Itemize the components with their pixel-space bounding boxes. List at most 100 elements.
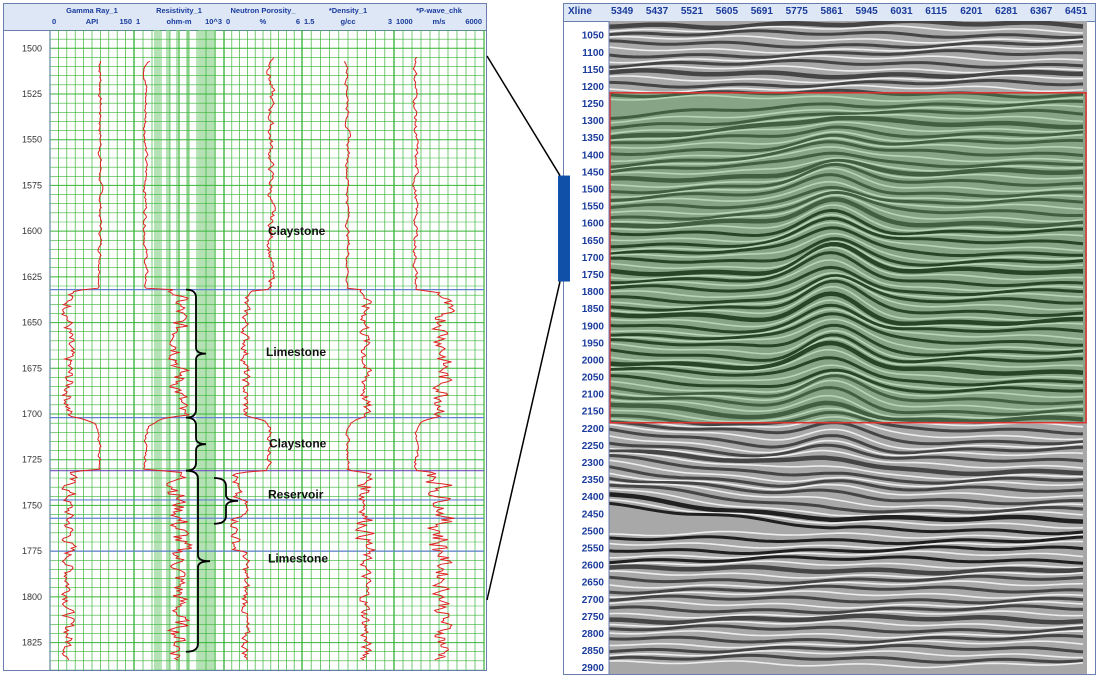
time-tick-label: 2350 xyxy=(582,475,605,486)
lithology-label: Limestone xyxy=(266,345,326,359)
depth-tick-label: 1525 xyxy=(22,89,42,99)
xline-tick-label: 6451 xyxy=(1065,6,1088,17)
time-tick-label: 1400 xyxy=(582,150,605,161)
track-name: Gamma Ray_1 xyxy=(66,6,118,15)
track-scale-min: 1 xyxy=(136,17,141,26)
density-curve xyxy=(344,60,377,661)
track-scale-min: 0 xyxy=(226,17,231,26)
seismic-plot: 1050 1100 1150 1200 1250 1300 1350 1400 1450 1500… xyxy=(582,21,1087,674)
time-tick-label: 2800 xyxy=(582,629,605,640)
xline-tick-label: 5349 xyxy=(611,6,634,17)
xline-tick-label: 6115 xyxy=(925,6,947,17)
xline-tick-label: 6367 xyxy=(1030,6,1053,17)
time-tick-label: 1200 xyxy=(582,82,605,93)
depth-tick-label: 1700 xyxy=(22,409,42,419)
time-tick-label: 1100 xyxy=(582,48,604,59)
xline-tick-label: 6031 xyxy=(890,6,913,17)
xline-tick-label: 5437 xyxy=(645,6,669,17)
time-tick-label: 2000 xyxy=(582,355,605,366)
track-scale-unit: % xyxy=(259,17,267,26)
track-scale-unit: m/s xyxy=(432,17,446,26)
xline-tick-label: 5775 xyxy=(785,6,808,17)
xline-tick-label: 6281 xyxy=(995,6,1018,17)
time-tick-label: 1450 xyxy=(582,167,605,178)
xline-tick-label: 5861 xyxy=(820,6,843,17)
time-tick-label: 1750 xyxy=(582,270,605,281)
time-tick-label: 2700 xyxy=(582,595,605,606)
xline-tick-label: 5605 xyxy=(715,6,739,17)
xline-axis-label: Xline xyxy=(568,6,592,17)
depth-tick-label: 1500 xyxy=(22,43,42,53)
depth-tick-label: 1825 xyxy=(22,638,42,648)
track-name: *P-wave_chk xyxy=(416,6,462,15)
lithology-brace xyxy=(213,477,239,525)
time-tick-label: 2750 xyxy=(582,612,605,623)
lithology-label: Claystone xyxy=(268,224,326,238)
depth-tick-label: 1675 xyxy=(22,363,42,373)
depth-tick-label: 1800 xyxy=(22,592,42,602)
track-header-neutron-porosity: Neutron Porosity_ 0 % 6 xyxy=(224,4,302,30)
time-tick-label: 2250 xyxy=(582,441,605,452)
time-tick-label: 2850 xyxy=(582,646,605,657)
xline-tick-label: 5691 xyxy=(750,6,773,17)
track-header-gamma-ray: Gamma Ray_1 0 API 150 xyxy=(50,4,134,30)
lithology-label: Reservoir xyxy=(268,487,324,501)
highlight-overlay xyxy=(610,92,1086,423)
depth-tick-label: 1750 xyxy=(22,500,42,510)
xline-tick-label: 6201 xyxy=(960,6,983,17)
xline-axis-bar: Xline 5349 5437 5521 5605 5691 5775 5861 5945 60… xyxy=(564,4,1095,22)
depth-tick-label: 1575 xyxy=(22,180,42,190)
time-tick-label: 2400 xyxy=(582,492,605,503)
time-tick-label: 1050 xyxy=(582,31,605,42)
time-tick-label: 1550 xyxy=(582,202,605,213)
track-scale-unit: API xyxy=(85,17,99,26)
track-scale-max: 6000 xyxy=(465,17,482,26)
track-scale-min: 0 xyxy=(52,17,57,26)
track-scale-max: 6 xyxy=(295,17,300,26)
lithology-label: Claystone xyxy=(269,436,327,450)
track-name: Neutron Porosity_ xyxy=(230,6,296,15)
depth-tick-label: 1550 xyxy=(22,135,42,145)
connector-line xyxy=(486,281,561,601)
time-tick-label: 1950 xyxy=(582,338,605,349)
track-header-p-wave: *P-wave_chk 1000 m/s 6000 xyxy=(394,4,484,30)
connector-line xyxy=(486,55,561,176)
time-tick-label: 2300 xyxy=(582,458,605,469)
depth-tick-label: 1725 xyxy=(22,455,42,465)
time-tick-label: 1800 xyxy=(582,287,605,298)
lithology-label: Limestone xyxy=(268,551,328,565)
time-tick-label: 2050 xyxy=(582,373,605,384)
time-tick-label: 1250 xyxy=(582,99,605,110)
well-log-plot: 1500 1525 1550 1575 1600 1625 1650 1675 1700 1725… xyxy=(22,30,485,670)
time-tick-label: 1600 xyxy=(582,219,605,230)
time-tick-label: 2650 xyxy=(582,578,605,589)
time-tick-label: 1700 xyxy=(582,253,605,264)
time-tick-label: 1850 xyxy=(582,304,605,315)
time-tick-label: 1300 xyxy=(582,116,605,127)
time-tick-label: 2900 xyxy=(582,663,605,674)
depth-tick-label: 1775 xyxy=(22,546,42,556)
time-tick-label: 2100 xyxy=(582,390,605,401)
gamma-ray-curve xyxy=(60,61,104,661)
time-tick-label: 2550 xyxy=(582,544,605,555)
time-tick-label: 1150 xyxy=(582,65,604,76)
depth-tick-label: 1600 xyxy=(22,226,42,236)
track-header-density: *Density_1 1.5 g/cc 3 xyxy=(302,4,394,30)
time-tick-label: 1500 xyxy=(582,185,605,196)
time-tick-label: 2150 xyxy=(582,407,605,418)
time-tick-label: 2200 xyxy=(582,424,605,435)
track-scale-max: 10^3 xyxy=(205,17,222,26)
track-scale-max: 3 xyxy=(387,17,392,26)
track-header-bar: Gamma Ray_1 0 API 150 Resistivity_1 1 oh… xyxy=(4,4,486,31)
time-tick-label: 1650 xyxy=(582,236,605,247)
well-log-panel: Gamma Ray_1 0 API 150 Resistivity_1 1 oh… xyxy=(3,3,487,671)
time-tick-label: 2450 xyxy=(582,509,605,520)
time-tick-label: 2500 xyxy=(582,526,605,537)
track-scale-min: 1.5 xyxy=(304,17,315,26)
track-header-resistivity: Resistivity_1 1 ohm-m 10^3 xyxy=(134,4,224,30)
track-scale-unit: g/cc xyxy=(340,17,356,26)
xline-tick-label: 5521 xyxy=(680,6,704,17)
track-name: Resistivity_1 xyxy=(156,6,202,15)
depth-tick-label: 1625 xyxy=(22,272,42,282)
track-scale-max: 150 xyxy=(119,17,132,26)
